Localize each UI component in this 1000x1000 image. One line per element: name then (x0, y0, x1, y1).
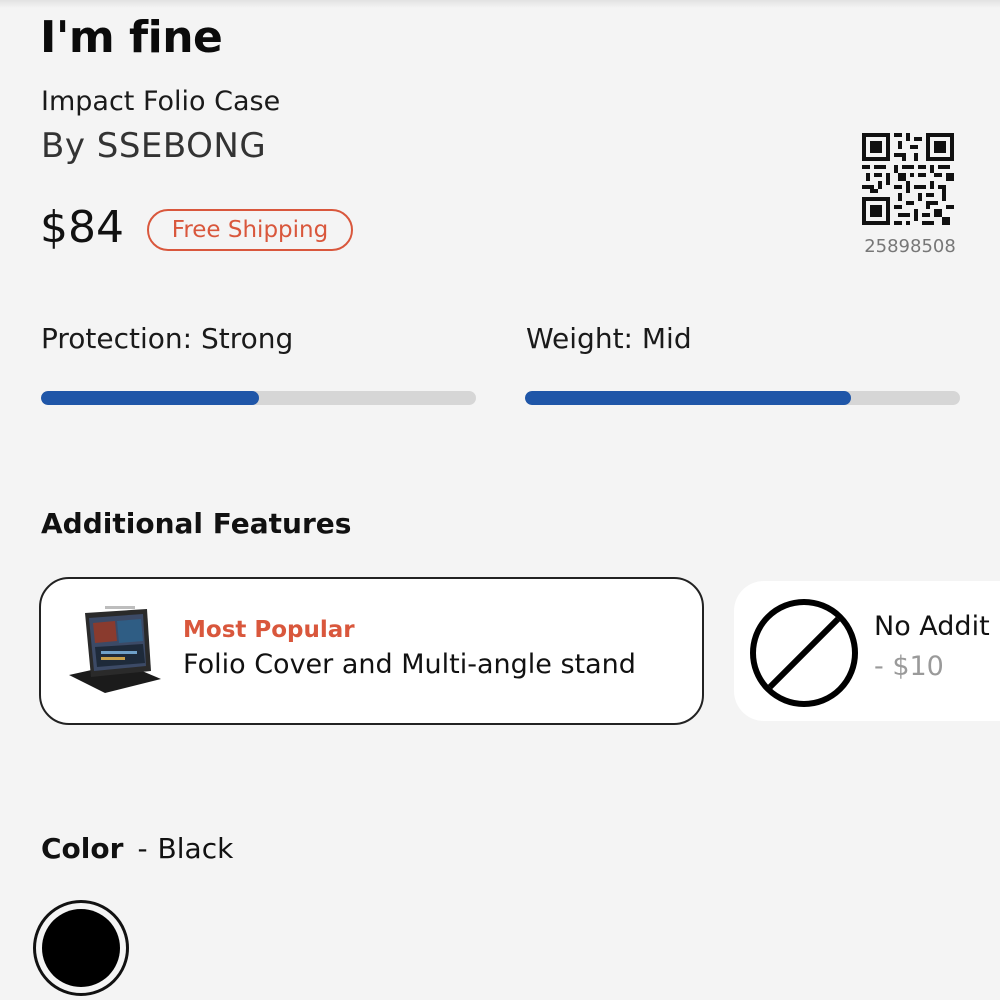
color-swatch-black[interactable] (33, 900, 129, 996)
color-row: Color - Black (41, 832, 233, 865)
no-addition-price: - $10 (874, 651, 944, 682)
color-value: Black (157, 832, 234, 865)
product-title: I'm fine (40, 12, 223, 63)
qr-code-icon (862, 133, 954, 225)
product-page: I'm fine Impact Folio Case By SSEBONG $8… (0, 0, 1000, 1000)
top-edge (0, 0, 1000, 8)
product-price: $84 (40, 202, 124, 253)
additional-features-title: Additional Features (41, 507, 352, 540)
protection-rating-fill (41, 391, 259, 405)
no-sign-icon (750, 599, 858, 707)
color-label: Color (41, 832, 124, 865)
feature-option-none[interactable]: No Addit - $10 (734, 581, 1000, 721)
product-brand: By SSEBONG (41, 126, 267, 166)
protection-rating-bar (41, 391, 476, 405)
protection-rating-label: Protection: Strong (41, 322, 294, 355)
no-addition-label: No Addit (874, 611, 990, 642)
weight-rating-label: Weight: Mid (526, 322, 692, 355)
product-model: Impact Folio Case (41, 86, 281, 117)
color-separator: - (137, 832, 148, 865)
feature-option-folio[interactable]: Most Popular Folio Cover and Multi-angle… (39, 577, 704, 725)
weight-rating-bar (525, 391, 960, 405)
most-popular-tag: Most Popular (183, 617, 355, 643)
color-swatch-fill (42, 909, 120, 987)
feature-description: Folio Cover and Multi-angle stand (183, 649, 636, 680)
free-shipping-badge: Free Shipping (147, 209, 353, 251)
qr-code-number: 25898508 (864, 236, 956, 257)
weight-rating-fill (525, 391, 852, 405)
folio-case-thumbnail (69, 606, 161, 693)
